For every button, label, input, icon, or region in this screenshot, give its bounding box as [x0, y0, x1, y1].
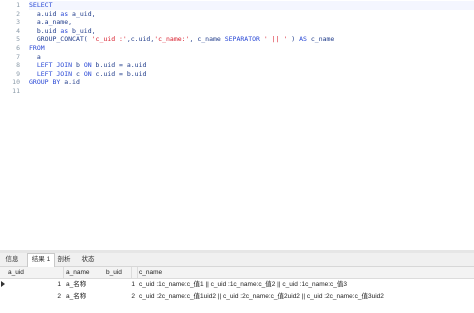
current-row-marker-icon — [1, 281, 5, 287]
table-row[interactable]: 1 a_名称 1 c_uid :1c_name:c_值1 || c_uid :1… — [0, 279, 474, 290]
code-token: LEFT JOIN — [36, 69, 73, 78]
cell-a-name[interactable]: a_名称 — [64, 279, 104, 290]
code-line[interactable]: LEFT JOIN c ON c.uid = b.uid — [29, 69, 147, 79]
line-number: 2 — [16, 9, 20, 18]
code-token: a.a_name, — [29, 18, 73, 27]
code-token: b_uid, — [68, 26, 96, 35]
code-token: ' || ' — [263, 35, 288, 44]
code-token: a_uid, — [68, 9, 96, 18]
code-line[interactable]: LEFT JOIN b ON b.uid = a.uid — [29, 61, 147, 70]
code-token: a — [29, 52, 41, 61]
code-token: ON — [83, 69, 92, 78]
code-token: b — [72, 61, 84, 70]
code-token: ,c.uid, — [126, 35, 155, 44]
line-number: 11 — [12, 87, 20, 95]
code-token: a.uid — [29, 9, 61, 18]
cell-b-uid[interactable]: 1 — [104, 279, 138, 290]
code-line[interactable]: FROM — [29, 44, 45, 53]
column-header-c-name[interactable]: c_name — [137, 267, 474, 278]
line-number: 5 — [16, 35, 20, 44]
code-token: GROUP_CONCAT( — [29, 35, 92, 44]
line-number: 7 — [16, 52, 20, 61]
line-number: 1 — [16, 1, 20, 9]
code-token: c.uid = b.uid — [91, 69, 147, 78]
code-token: SELECT — [29, 1, 53, 9]
code-token: 'c_uid :' — [91, 35, 127, 44]
code-token: ) — [287, 35, 300, 44]
code-token: c_name — [306, 35, 335, 44]
code-line[interactable]: b.uid as b_uid, — [29, 27, 96, 36]
cell-a-uid[interactable]: 1 — [6, 279, 64, 290]
sql-editor[interactable]: 1 2 3 4 5 6 7 8 9 10 11 SELECT a.uid as a_uid, a.a… — [0, 0, 474, 250]
code-token: FROM — [29, 44, 45, 52]
line-number: 10 — [12, 78, 20, 87]
cell-b-uid[interactable]: 2 — [104, 291, 138, 302]
cell-c-name[interactable]: c_uid :1c_name:c_值1 || c_uid :1c_name:c_… — [137, 279, 474, 290]
result-tabs: 信息 结果 1 剖析 状态 — [0, 253, 474, 267]
line-number: 6 — [16, 44, 20, 52]
code-token: a.id — [60, 78, 80, 87]
code-token: b.uid — [29, 26, 61, 35]
cell-a-uid[interactable]: 2 — [6, 291, 64, 302]
code-token: 'c_name:' — [154, 35, 190, 44]
code-token: b.uid = a.uid — [91, 61, 147, 70]
line-number: 8 — [16, 61, 20, 70]
line-number: 4 — [16, 26, 20, 35]
code-token: ON — [83, 61, 92, 70]
column-header-a-uid[interactable]: a_uid — [6, 267, 64, 278]
code-token: GROUP BY — [29, 78, 61, 87]
code-line[interactable]: a.a_name, — [29, 18, 72, 27]
table-row[interactable]: 2 a_名称 2 c_uid :2c_name:c_值1uid2 || c_ui… — [0, 291, 474, 302]
line-number: 3 — [16, 18, 20, 27]
code-token: as — [60, 9, 69, 18]
column-header-b-uid[interactable]: b_uid — [104, 267, 138, 278]
code-token: c — [72, 69, 84, 78]
cell-c-name[interactable]: c_uid :2c_name:c_值1uid2 || c_uid :2c_nam… — [137, 291, 474, 302]
tab-result-1[interactable]: 结果 1 — [27, 253, 55, 267]
result-grid[interactable]: a_uid a_name b_uid c_name 1 a_名称 1 c_uid… — [0, 267, 474, 313]
grid-header: a_uid a_name b_uid c_name — [0, 267, 474, 279]
code-token: AS — [299, 35, 307, 44]
code-line[interactable]: GROUP_CONCAT( 'c_uid :',c.uid,'c_name:',… — [29, 35, 335, 44]
code-line[interactable]: GROUP BY a.id — [29, 78, 80, 87]
code-token: , c_name — [189, 35, 225, 44]
line-number: 9 — [16, 69, 20, 78]
tab-info[interactable]: 信息 — [2, 254, 22, 266]
code-token: as — [60, 26, 69, 35]
code-token: LEFT JOIN — [36, 61, 73, 70]
cell-a-name[interactable]: a_名称 — [64, 291, 104, 302]
line-number-gutter: 1 2 3 4 5 6 7 8 9 10 11 — [0, 0, 26, 250]
code-line[interactable]: a.uid as a_uid, — [29, 10, 96, 19]
tab-profile[interactable]: 剖析 — [55, 254, 73, 266]
code-line[interactable]: a — [29, 53, 41, 62]
tab-status[interactable]: 状态 — [79, 254, 97, 266]
code-line[interactable]: SELECT — [29, 1, 474, 10]
code-token: SEPARATOR — [224, 35, 260, 44]
